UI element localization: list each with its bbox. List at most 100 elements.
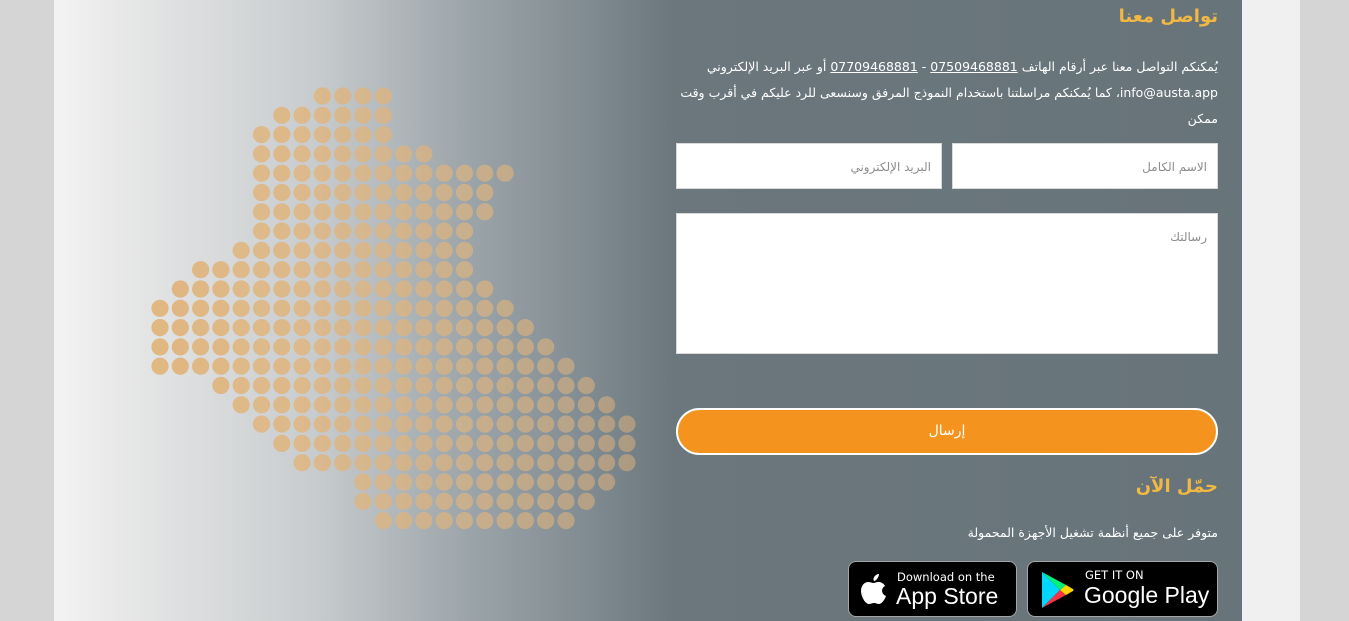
map-dot (476, 415, 494, 433)
map-dot (395, 319, 413, 337)
app-store-button[interactable]: Download on the App Store (848, 561, 1017, 617)
phone-link-1[interactable]: 07509468881 (930, 59, 1017, 74)
map-dot (313, 87, 331, 105)
map-dot (313, 434, 331, 452)
map-dot (476, 376, 494, 395)
map-dot (273, 164, 291, 182)
map-dot (577, 454, 595, 472)
map-dot (435, 357, 453, 375)
google-play-button[interactable]: GET IT ON Google Play (1027, 561, 1218, 617)
map-dot (395, 512, 413, 530)
map-dot (334, 454, 352, 472)
map-dot (455, 222, 474, 240)
map-dot (252, 145, 271, 163)
map-dot (557, 415, 575, 433)
map-dot (415, 376, 433, 395)
map-dot (313, 357, 331, 375)
send-button[interactable]: إرسال (676, 408, 1218, 455)
map-dot (374, 203, 392, 221)
full-name-input[interactable]: الاسم الكامل (952, 143, 1218, 189)
map-dot (293, 376, 311, 395)
map-dot (476, 338, 494, 356)
map-dot (395, 376, 413, 395)
map-dot (293, 454, 311, 472)
map-dot (293, 338, 311, 356)
download-subtitle: متوفر على جميع أنظمة تشغيل الأجهزة المحم… (967, 525, 1218, 540)
map-dot (293, 434, 311, 452)
map-dot (252, 222, 271, 240)
map-dot (557, 512, 575, 530)
contact-description: يُمكنكم التواصل معنا عبر أرقام الهاتف 07… (668, 54, 1218, 132)
map-dot (374, 454, 392, 472)
map-dot (151, 299, 169, 317)
map-dot (395, 203, 413, 221)
map-dot (537, 376, 555, 395)
map-dot (435, 473, 453, 491)
map-dot (334, 145, 352, 163)
gplay-small-label: GET IT ON (1085, 568, 1144, 582)
map-dot (212, 338, 230, 356)
map-dot (273, 203, 291, 221)
map-dot (395, 183, 413, 202)
map-dot (354, 222, 372, 240)
map-dot (313, 280, 331, 298)
map-dot (151, 357, 169, 375)
map-dot (476, 434, 494, 452)
map-dot (354, 357, 372, 375)
map-dot (455, 434, 474, 452)
map-dot (455, 473, 474, 491)
map-dot (192, 280, 210, 298)
map-dot (496, 396, 514, 414)
map-dot (496, 357, 514, 375)
map-dot (455, 415, 474, 433)
map-dot (252, 280, 271, 298)
map-dot (313, 126, 331, 144)
page-margin-far-right (1300, 0, 1349, 621)
map-dot (313, 415, 331, 433)
email-input[interactable]: البريد الإلكتروني (676, 143, 942, 189)
map-dot (476, 164, 494, 182)
map-dot (293, 261, 311, 279)
map-dot (415, 492, 433, 510)
map-dot (273, 357, 291, 375)
map-dot (273, 396, 291, 414)
map-dot (273, 299, 291, 317)
message-textarea[interactable]: رسالتك (676, 213, 1218, 354)
map-dot (455, 299, 474, 317)
map-dot (577, 473, 595, 491)
map-dot (395, 164, 413, 182)
map-dot (313, 222, 331, 240)
map-dot (496, 299, 514, 317)
map-dot (334, 222, 352, 240)
map-dot (374, 87, 392, 105)
map-dot (435, 319, 453, 337)
map-dot (516, 357, 534, 375)
map-dot (415, 454, 433, 472)
map-dot (273, 241, 291, 259)
map-dot (354, 106, 372, 124)
map-dot (516, 319, 534, 337)
map-dot (516, 434, 534, 452)
map-dot (151, 319, 169, 337)
map-dot (435, 396, 453, 414)
map-dot (313, 164, 331, 182)
map-dot (212, 376, 230, 395)
map-dot (598, 434, 616, 452)
map-dot (476, 357, 494, 375)
phone-link-2[interactable]: 07709468881 (830, 59, 917, 74)
map-dot (374, 434, 392, 452)
map-dot (415, 415, 433, 433)
map-dot (334, 357, 352, 375)
map-dot (313, 203, 331, 221)
map-dot (232, 357, 250, 375)
map-dot (192, 338, 210, 356)
map-dot (171, 319, 189, 337)
map-dot (476, 183, 494, 202)
map-dot (313, 454, 331, 472)
map-dot (334, 203, 352, 221)
map-dot (334, 261, 352, 279)
map-dot (354, 183, 372, 202)
map-dot (293, 299, 311, 317)
map-dot (415, 222, 433, 240)
map-dot (273, 222, 291, 240)
